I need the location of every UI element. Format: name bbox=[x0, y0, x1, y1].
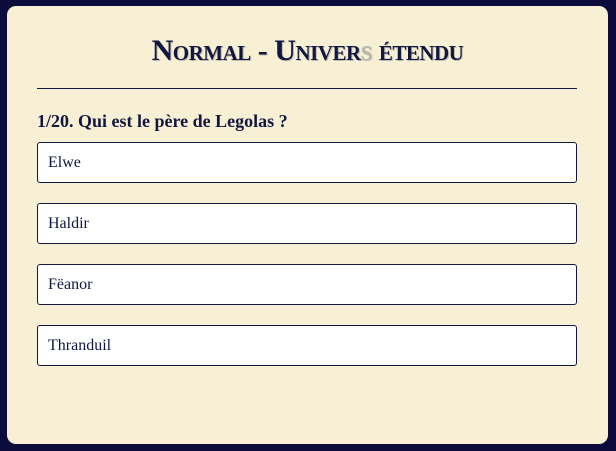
quiz-card: Normal - Univers étendu 1/20. Qui est le… bbox=[7, 6, 608, 444]
title-divider bbox=[37, 88, 577, 89]
quiz-title-faded-letter: s bbox=[360, 34, 373, 67]
answer-option-1[interactable]: Elwe bbox=[37, 142, 577, 183]
quiz-title: Normal - Univers étendu bbox=[7, 34, 608, 68]
answer-option-4[interactable]: Thranduil bbox=[37, 325, 577, 366]
answer-option-3[interactable]: Fëanor bbox=[37, 264, 577, 305]
quiz-title-end: étendu bbox=[371, 34, 464, 67]
answer-option-2[interactable]: Haldir bbox=[37, 203, 577, 244]
question-text: 1/20. Qui est le père de Legolas ? bbox=[37, 111, 288, 131]
quiz-title-main: Normal - Univer bbox=[151, 34, 362, 67]
answer-list: Elwe Haldir Fëanor Thranduil bbox=[37, 142, 577, 386]
